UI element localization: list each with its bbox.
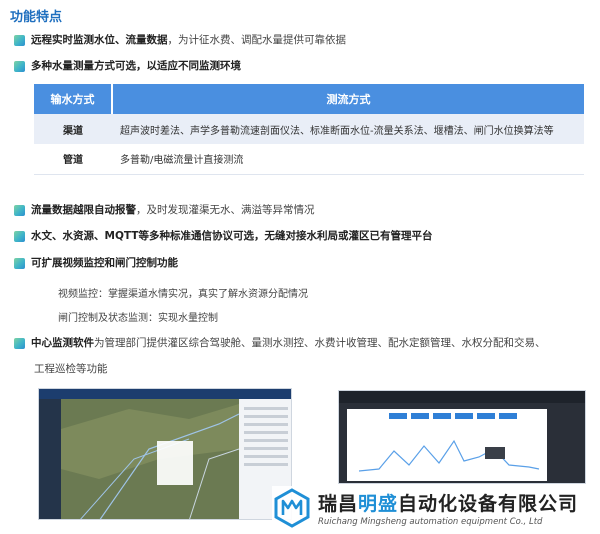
table-cell: 渠道 xyxy=(34,114,112,144)
feature-bullet: 远程实时监测水位、流量数据，为计征水费、调配水量提供可靠依据 xyxy=(14,33,594,48)
bullet-bold-text: 可扩展视频监控和闸门控制功能 xyxy=(31,257,178,269)
bullet-continuation: 工程巡检等功能 xyxy=(34,363,108,375)
feature-bullet: 水文、水资源、MQTT等多种标准通信协议可选，无缝对接水利局或灌区已有管理平台 xyxy=(14,229,594,244)
feature-bullet: 流量数据越限自动报警，及时发现灌渠无水、满溢等异常情况 xyxy=(14,203,594,218)
bullet-icon xyxy=(14,338,25,349)
chart-screenshot-image xyxy=(339,391,585,481)
feature-bullet: 中心监测软件为管理部门提供灌区综合驾驶舱、量测水测控、水费计收管理、配水定额管理… xyxy=(14,336,594,351)
company-logo-icon xyxy=(274,488,310,528)
measurement-table: 输水方式 测流方式 渠道 超声波时差法、声学多普勒流速剖面仪法、标准断面水位-流… xyxy=(34,84,584,175)
bullet-icon xyxy=(14,231,25,242)
table-cell: 超声波时差法、声学多普勒流速剖面仪法、标准断面水位-流量关系法、堰槽法、闸门水位… xyxy=(112,114,584,144)
bullet-text: ，及时发现灌渠无水、满溢等异常情况 xyxy=(136,204,315,216)
table-row: 管道 多普勒/电磁流量计直接测流 xyxy=(34,144,584,175)
bullet-icon xyxy=(14,205,25,216)
company-watermark: 瑞昌明盛自动化设备有限公司 Ruichang Mingsheng automat… xyxy=(272,486,598,530)
bullet-bold-text: 多种水量测量方式可选，以适应不同监测环境 xyxy=(31,60,241,72)
table-header-delivery: 输水方式 xyxy=(34,84,113,114)
bullet-bold-text: 流量数据越限自动报警 xyxy=(31,204,136,216)
bullet-text: ，为计征水费、调配水量提供可靠依据 xyxy=(167,34,347,46)
chart-platform-screenshot xyxy=(338,390,586,484)
feature-bullet: 多种水量测量方式可选，以适应不同监测环境 xyxy=(14,59,594,74)
map-screenshot-image xyxy=(39,389,291,519)
table-cell: 多普勒/电磁流量计直接测流 xyxy=(112,144,584,175)
feature-bullet: 可扩展视频监控和闸门控制功能 xyxy=(14,256,594,271)
bullet-icon xyxy=(14,258,25,269)
bullet-bold-text: 远程实时监测水位、流量数据 xyxy=(31,34,168,46)
bullet-icon xyxy=(14,35,25,46)
page-title: 功能特点 xyxy=(10,10,63,25)
bullet-bold-text: 中心监测软件 xyxy=(31,337,94,349)
bullet-text: 为管理部门提供灌区综合驾驶舱、量测水测控、水费计收管理、配水定额管理、水权分配和… xyxy=(94,337,546,349)
table-cell: 管道 xyxy=(34,144,112,175)
sub-item-video: 视频监控：掌握渠道水情实况，真实了解水资源分配情况 xyxy=(58,289,308,300)
bullet-bold-text: 水文、水资源、MQTT等多种标准通信协议可选，无缝对接水利局或灌区已有管理平台 xyxy=(31,230,433,242)
sub-item-gate: 闸门控制及状态监测：实现水量控制 xyxy=(58,313,218,324)
table-header-method: 测流方式 xyxy=(112,84,584,114)
table-row: 渠道 超声波时差法、声学多普勒流速剖面仪法、标准断面水位-流量关系法、堰槽法、闸… xyxy=(34,114,584,144)
company-name-cn: 瑞昌明盛自动化设备有限公司 xyxy=(318,493,579,515)
map-platform-screenshot xyxy=(38,388,292,520)
bullet-icon xyxy=(14,61,25,72)
company-name-en: Ruichang Mingsheng automation equipment … xyxy=(318,517,543,527)
